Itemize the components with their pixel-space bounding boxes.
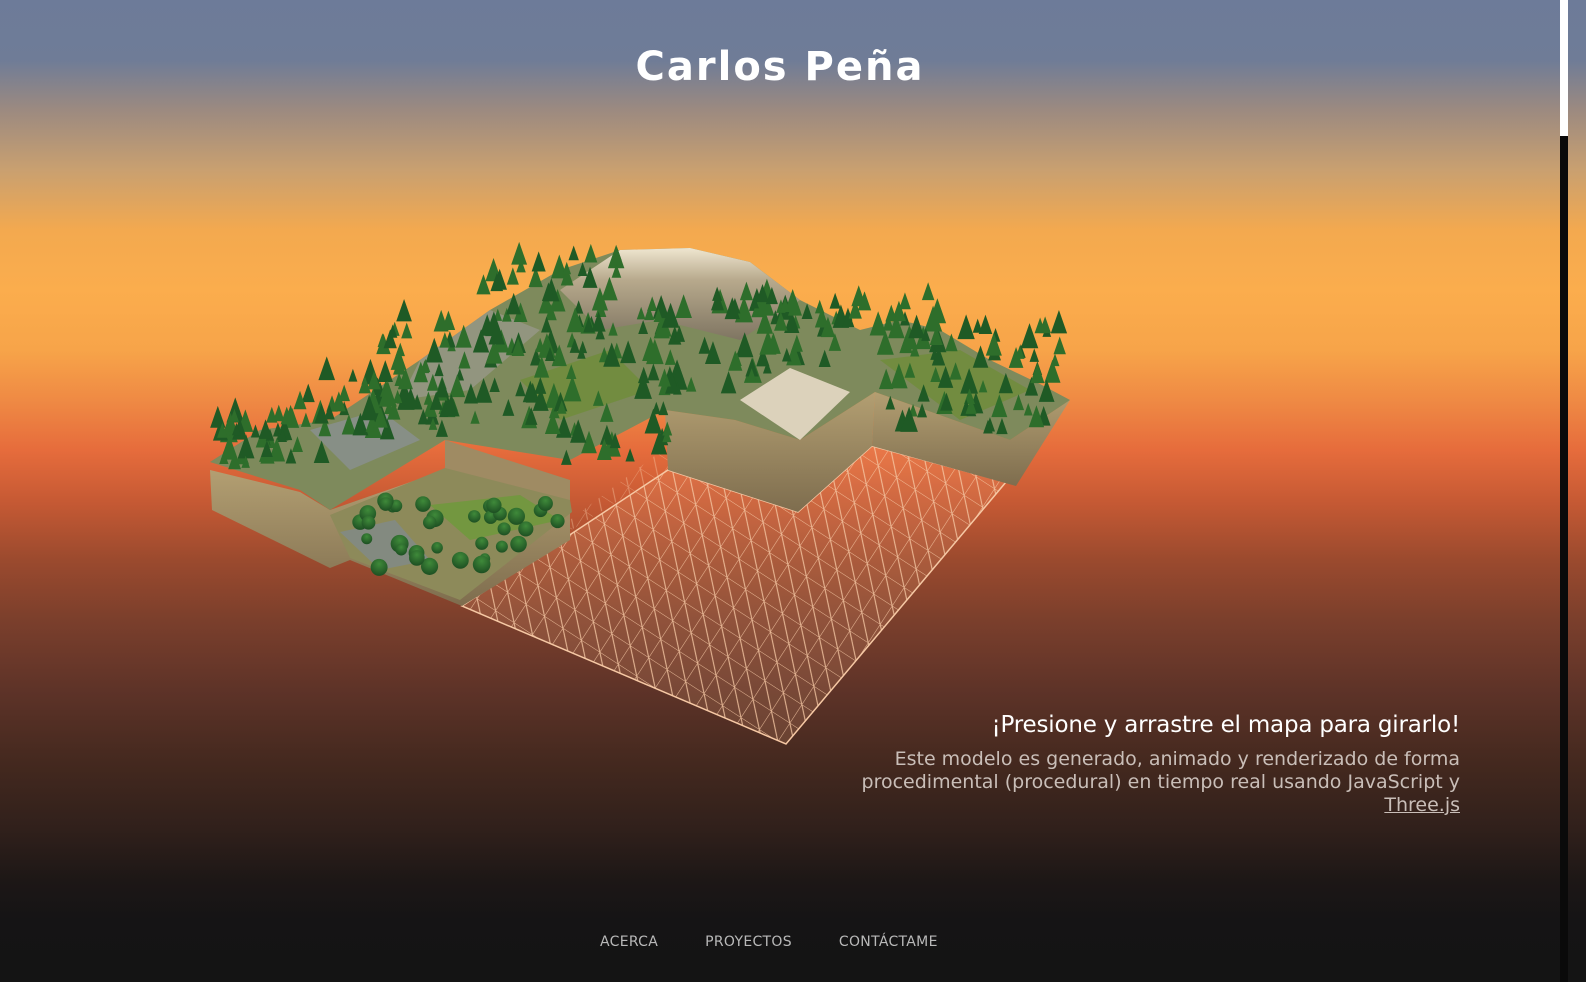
- pine-tree: [511, 241, 528, 265]
- bush: [415, 496, 431, 512]
- pine-tree: [985, 332, 1002, 356]
- pine-tree: [318, 356, 336, 381]
- scrollbar-rail: [1560, 136, 1568, 982]
- pine-tree: [302, 384, 315, 402]
- pine-tree: [829, 292, 841, 309]
- nav-item-proyectos[interactable]: PROYECTOS: [705, 934, 792, 956]
- pine-tree: [1020, 323, 1039, 349]
- bottom-nav: ACERCA PROYECTOS CONTÁCTAME: [600, 934, 938, 956]
- pine-tree: [1030, 362, 1045, 384]
- pine-tree: [625, 448, 635, 462]
- pine-tree: [568, 245, 579, 261]
- bush: [431, 542, 443, 554]
- description-text: Este modelo es generado, animado y rende…: [861, 748, 1460, 793]
- nav-item-acerca[interactable]: ACERCA: [600, 934, 658, 956]
- bush: [361, 515, 376, 530]
- scrollbar[interactable]: [1560, 0, 1586, 982]
- bush: [507, 507, 526, 525]
- bush: [510, 535, 527, 553]
- bush: [378, 497, 393, 511]
- bush: [475, 536, 489, 550]
- pine-tree: [978, 314, 993, 334]
- bush: [422, 515, 437, 530]
- bush: [395, 543, 408, 556]
- pine-tree: [396, 298, 412, 322]
- drag-instruction: ¡Presione y arrastre el mapa para girarl…: [991, 712, 1461, 738]
- bush: [370, 558, 388, 576]
- pine-tree: [390, 347, 407, 370]
- pine-tree: [377, 360, 393, 383]
- threejs-link[interactable]: Three.js: [1384, 794, 1460, 816]
- bush: [550, 514, 565, 529]
- pine-tree: [401, 322, 413, 339]
- pine-tree: [957, 314, 975, 340]
- pine-tree: [348, 368, 358, 382]
- bush: [451, 551, 469, 569]
- pine-tree: [584, 243, 598, 263]
- pine-tree: [1029, 348, 1039, 362]
- info-description: Este modelo es generado, animado y rende…: [780, 748, 1460, 817]
- info-panel: ¡Presione y arrastre el mapa para girarl…: [780, 712, 1461, 817]
- bush: [361, 533, 373, 545]
- pine-tree: [300, 412, 311, 427]
- bush: [472, 555, 491, 574]
- pine-tree: [1053, 336, 1066, 355]
- nav-item-contactame[interactable]: CONTÁCTAME: [839, 934, 938, 956]
- pine-tree: [1050, 310, 1068, 334]
- pine-tree: [531, 251, 546, 272]
- pine-tree: [506, 267, 519, 285]
- 3d-terrain-map[interactable]: [0, 0, 1560, 982]
- bush: [497, 522, 511, 536]
- bush: [409, 550, 425, 566]
- page-title: Carlos Peña: [635, 44, 925, 90]
- bush: [486, 497, 502, 514]
- pine-tree: [210, 405, 226, 428]
- scrollbar-thumb[interactable]: [1560, 0, 1568, 136]
- bush: [495, 540, 508, 553]
- bush: [537, 496, 553, 511]
- pine-tree: [921, 282, 935, 301]
- bush: [468, 510, 481, 523]
